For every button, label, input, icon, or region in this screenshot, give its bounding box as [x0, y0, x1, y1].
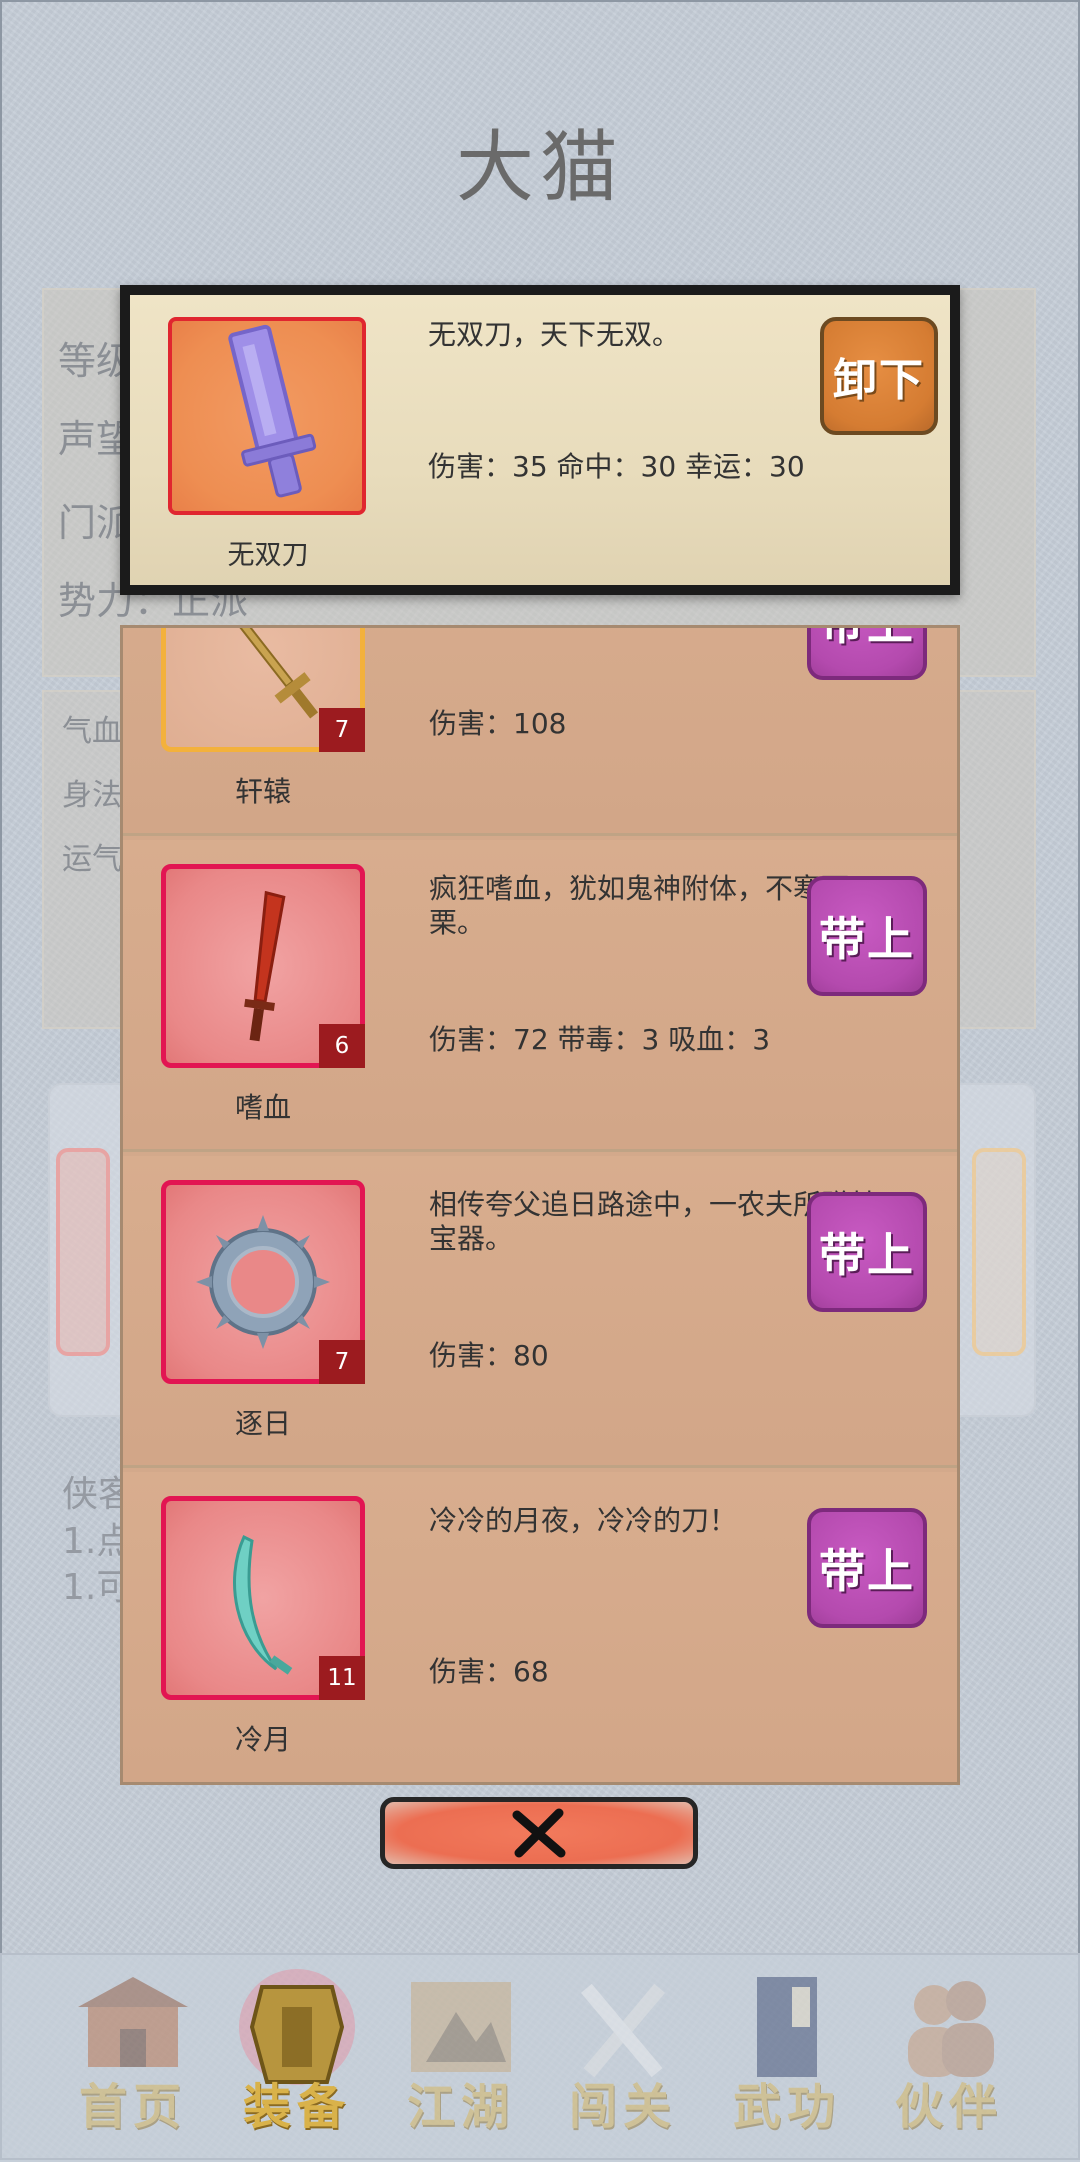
weapon-stats: 伤害：72 带毒：3 吸血：3 [429, 1023, 771, 1056]
nav-martial-arts[interactable]: 武功 [712, 1967, 862, 2147]
nav-challenge[interactable]: 闯关 [548, 1967, 698, 2147]
equipped-item-card: 无双刀 无双刀，天下无双。 伤害：35 命中：30 幸运：30 卸下 [120, 285, 960, 595]
stat-luck-label: 运气 [62, 842, 122, 877]
equipped-weapon-description: 无双刀，天下无双。 [428, 318, 681, 351]
nav-label: 闯关 [568, 2079, 677, 2135]
stat-hp-label: 气血 [62, 714, 122, 749]
weapon-name: 嗜血 [234, 1091, 291, 1124]
weapon-icon: 7 [161, 1180, 365, 1384]
weapon-icon: 11 [161, 1496, 365, 1700]
nav-label: 伙伴 [894, 2079, 1003, 2135]
equip-button[interactable]: 带上 [807, 876, 927, 996]
unequip-button[interactable]: 卸下 [820, 317, 938, 435]
nav-label: 首页 [78, 2079, 187, 2135]
weapon-row: 7 逐日 相传夸父追日路途中，一农夫所赠其宝器。 伤害：80 带上 [123, 1156, 957, 1468]
stat-agility-label: 身法 [62, 778, 122, 813]
bottom-nav: 首页 装备 江湖 闯关 武功 伙伴 [0, 1953, 1080, 2162]
close-x-icon [512, 1808, 566, 1858]
nav-label: 江湖 [406, 2079, 515, 2135]
nav-equipment[interactable]: 装备 [222, 1967, 372, 2147]
weapon-icon: 6 [161, 864, 365, 1068]
weapon-name: 轩辕 [234, 775, 291, 808]
weapon-level-badge: 11 [319, 1656, 365, 1700]
equipped-weapon-icon [168, 317, 366, 515]
weapon-icon: 7 [161, 628, 365, 752]
equipment-slot [972, 1148, 1026, 1356]
equip-button[interactable]: 带上 [807, 1192, 927, 1312]
nav-home[interactable]: 首页 [58, 1967, 208, 2147]
equipment-slot [56, 1148, 110, 1356]
character-name: 大猫 [455, 123, 624, 213]
weapon-row: 11 冷月 冷冷的月夜，冷冷的刀！ 伤害：68 带上 [123, 1472, 957, 1782]
weapon-level-badge: 7 [319, 1340, 365, 1384]
nav-jianghu[interactable]: 江湖 [386, 1967, 536, 2147]
weapon-list[interactable]: 7 轩辕 伤害：108 带上 6 嗜血 疯狂嗜血，犹如鬼神附体，不寒而栗。 伤害… [120, 625, 960, 1785]
equip-button[interactable]: 带上 [807, 1508, 927, 1628]
weapon-row: 6 嗜血 疯狂嗜血，犹如鬼神附体，不寒而栗。 伤害：72 带毒：3 吸血：3 带… [123, 840, 957, 1152]
weapon-stats: 伤害：80 [429, 1339, 549, 1372]
equip-button[interactable]: 带上 [807, 628, 927, 680]
equipped-weapon-name: 无双刀 [227, 540, 309, 571]
equipped-weapon-stats: 伤害：35 命中：30 幸运：30 [428, 450, 805, 483]
weapon-row: 7 轩辕 伤害：108 带上 [123, 628, 957, 836]
close-button[interactable] [380, 1797, 698, 1869]
weapon-stats: 伤害：108 [429, 707, 567, 740]
weapon-name: 逐日 [234, 1407, 291, 1440]
nav-label: 武功 [732, 2079, 841, 2135]
weapon-level-badge: 7 [319, 708, 365, 752]
weapon-stats: 伤害：68 [429, 1655, 549, 1688]
weapon-name: 冷月 [234, 1723, 291, 1756]
weapon-level-badge: 6 [319, 1024, 365, 1068]
nav-companions[interactable]: 伙伴 [874, 1967, 1024, 2147]
nav-label: 装备 [242, 2079, 351, 2135]
